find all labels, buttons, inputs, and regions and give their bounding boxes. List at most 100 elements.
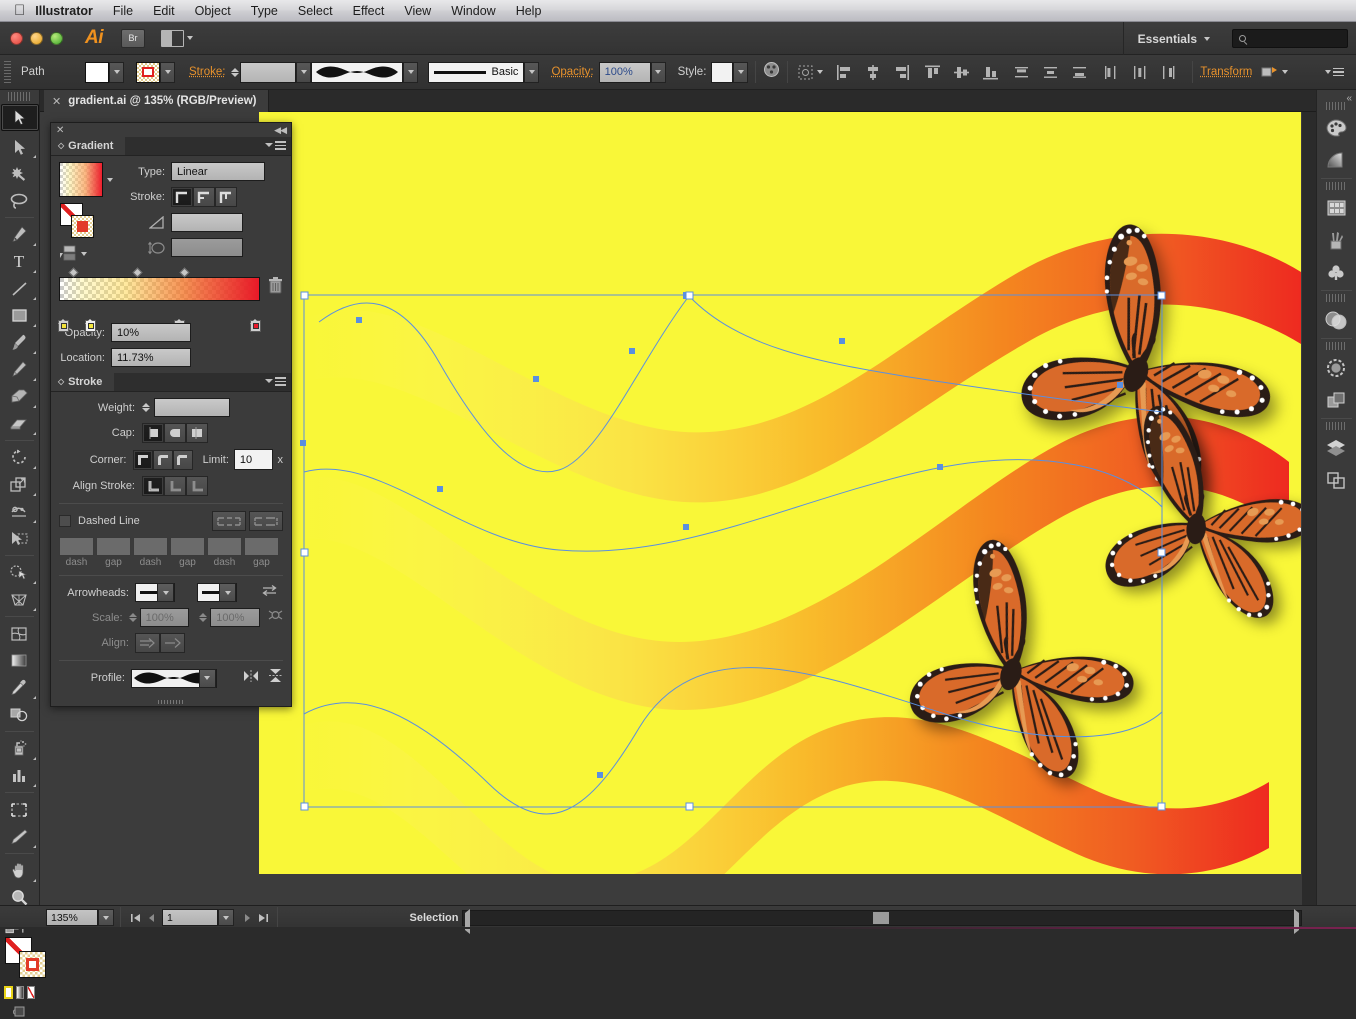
- panel-resize-grip[interactable]: [51, 697, 291, 706]
- gradient-stop-1[interactable]: [58, 302, 69, 319]
- fill-dropdown[interactable]: [109, 62, 124, 83]
- align-stroke-inside-button[interactable]: [164, 476, 186, 496]
- close-icon[interactable]: ✕: [56, 125, 64, 136]
- none-mode-icon[interactable]: [27, 986, 35, 999]
- arrow-scale-start-field[interactable]: 100%: [140, 608, 190, 627]
- stroke-panel-menu[interactable]: [265, 377, 286, 386]
- reverse-gradient-button[interactable]: [59, 245, 127, 262]
- distribute-left-icon[interactable]: [1102, 64, 1120, 81]
- round-join-button[interactable]: [153, 450, 173, 470]
- scale-end-stepper[interactable]: [199, 613, 207, 622]
- appearance-panel-icon[interactable]: [1317, 352, 1355, 384]
- extend-arrow-beyond-end-button[interactable]: [135, 633, 160, 653]
- last-page-button[interactable]: [255, 909, 271, 926]
- dock-grip-1[interactable]: [1326, 102, 1347, 110]
- round-cap-button[interactable]: [164, 423, 186, 443]
- go-to-bridge-button[interactable]: Br: [121, 29, 145, 48]
- menu-item-select[interactable]: Select: [288, 0, 343, 22]
- prev-page-button[interactable]: [143, 909, 159, 926]
- gap-field-3[interactable]: [244, 537, 279, 556]
- tab-stroke[interactable]: ◇ Stroke: [51, 372, 114, 391]
- recolor-artwork-button[interactable]: [763, 61, 780, 83]
- gradient-opacity-field[interactable]: 10%: [111, 323, 191, 342]
- shape-builder-tool[interactable]: [0, 559, 38, 586]
- color-guide-panel-icon[interactable]: [1317, 144, 1355, 176]
- symbols-panel-icon[interactable]: [1317, 256, 1355, 288]
- line-segment-tool[interactable]: [0, 275, 38, 302]
- dock-grip-2[interactable]: [1326, 182, 1347, 190]
- menu-item-type[interactable]: Type: [241, 0, 288, 22]
- zoom-level-field[interactable]: 135%: [46, 909, 98, 926]
- gradient-stop-3[interactable]: [174, 302, 185, 319]
- fill-swatch[interactable]: [85, 62, 109, 83]
- stroke-swatch[interactable]: [136, 62, 160, 83]
- menu-item-illustrator[interactable]: Illustrator: [25, 0, 103, 22]
- opacity-field[interactable]: 100%: [599, 62, 651, 83]
- stroke-dropdown[interactable]: [160, 62, 175, 83]
- arrow-scale-end-field[interactable]: 100%: [210, 608, 260, 627]
- stroke-weight-input[interactable]: [154, 398, 230, 417]
- color-panel-icon[interactable]: [1317, 112, 1355, 144]
- place-arrow-at-end-button[interactable]: [160, 633, 185, 653]
- gradient-preset-dropdown-icon[interactable]: [107, 178, 113, 182]
- isolate-selection-button[interactable]: [1261, 65, 1288, 80]
- control-bar-menu[interactable]: [1325, 68, 1344, 77]
- width-profile-select[interactable]: [131, 669, 217, 688]
- zoom-level-dropdown[interactable]: [98, 909, 114, 926]
- gradient-stop-4[interactable]: [250, 302, 261, 319]
- color-mode-icon[interactable]: [4, 986, 13, 999]
- blob-brush-tool[interactable]: [0, 383, 38, 410]
- distribute-top-icon[interactable]: [1013, 64, 1031, 81]
- brush-definition-field[interactable]: Basic: [428, 62, 524, 83]
- menu-item-effect[interactable]: Effect: [343, 0, 395, 22]
- weight-stepper[interactable]: [142, 403, 150, 412]
- control-bar-grip[interactable]: [4, 61, 11, 83]
- layers-panel-icon[interactable]: [1317, 432, 1355, 464]
- brush-dropdown[interactable]: [524, 62, 539, 83]
- distribute-center-v-icon[interactable]: [1042, 64, 1060, 81]
- align-top-icon[interactable]: [924, 64, 942, 81]
- rectangle-tool[interactable]: [0, 302, 38, 329]
- direct-selection-tool[interactable]: [0, 133, 38, 160]
- transparency-panel-icon[interactable]: [1317, 304, 1355, 336]
- workspace-switcher[interactable]: Essentials: [1123, 22, 1224, 55]
- gradient-across-stroke-button[interactable]: [215, 187, 237, 207]
- dash-field-3[interactable]: [207, 537, 242, 556]
- artboards-panel-icon[interactable]: [1317, 464, 1355, 496]
- search-input[interactable]: [1232, 29, 1348, 48]
- stroke-profile-dropdown[interactable]: [403, 62, 418, 83]
- first-page-button[interactable]: [127, 909, 143, 926]
- artboard[interactable]: [259, 112, 1301, 874]
- zoom-window-button[interactable]: [50, 32, 63, 45]
- free-transform-tool[interactable]: [0, 525, 38, 552]
- align-middle-v-icon[interactable]: [953, 64, 971, 81]
- next-page-button[interactable]: [239, 909, 255, 926]
- lasso-tool[interactable]: [0, 187, 38, 214]
- graphic-styles-panel-icon[interactable]: [1317, 384, 1355, 416]
- horizontal-scroll-thumb[interactable]: [873, 912, 889, 924]
- miter-limit-field[interactable]: 10: [234, 449, 273, 470]
- type-tool[interactable]: T: [0, 248, 38, 275]
- slice-tool[interactable]: [0, 823, 38, 850]
- gradient-preview-swatch[interactable]: [59, 162, 103, 197]
- align-bottom-icon[interactable]: [982, 64, 1000, 81]
- delete-stop-icon[interactable]: [268, 277, 283, 294]
- style-dropdown[interactable]: [733, 62, 748, 83]
- stroke-label[interactable]: Stroke:: [189, 66, 225, 78]
- eyedropper-tool[interactable]: [0, 674, 38, 701]
- dash-field-2[interactable]: [133, 537, 168, 556]
- eraser-tool[interactable]: [0, 410, 38, 437]
- pencil-tool[interactable]: [0, 356, 38, 383]
- flip-across-button[interactable]: [268, 668, 283, 688]
- distribute-right-icon[interactable]: [1160, 64, 1178, 81]
- expand-dock-icon[interactable]: «: [1346, 93, 1352, 104]
- stroke-weight-field[interactable]: [240, 62, 296, 83]
- gradient-stroke-swatch[interactable]: [71, 215, 94, 238]
- arrange-documents-button[interactable]: [161, 30, 193, 47]
- align-center-h-icon[interactable]: [864, 64, 882, 81]
- scale-tool[interactable]: [0, 471, 38, 498]
- apple-icon[interactable]: : [14, 3, 25, 18]
- gap-field-2[interactable]: [170, 537, 205, 556]
- column-graph-tool[interactable]: [0, 762, 38, 789]
- screen-mode-button[interactable]: [0, 999, 39, 1019]
